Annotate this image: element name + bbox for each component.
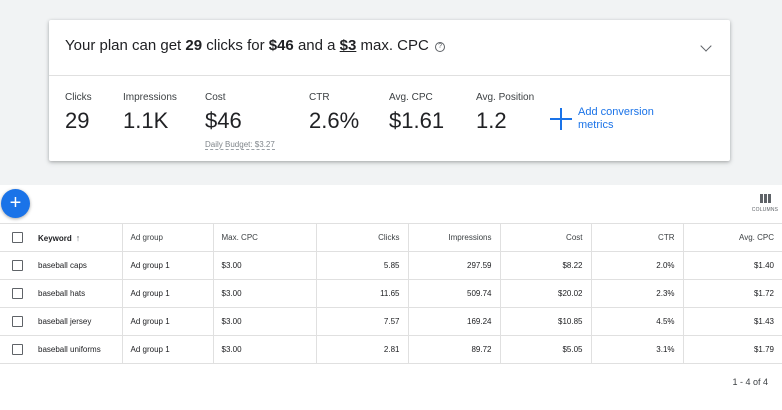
table-header-row: Keyword ↑ Ad group Max. CPC Clicks Impres… <box>0 223 782 252</box>
metric-cost: Cost $46 Daily Budget: $3.27 <box>205 92 275 150</box>
cell-max-cpc: $3.00 <box>212 279 316 308</box>
col-cost[interactable]: Cost <box>499 223 591 252</box>
cell-keyword[interactable]: baseball uniforms <box>30 335 122 364</box>
row-checkbox[interactable] <box>12 344 23 355</box>
add-conversion-metrics-button[interactable]: Add conversion metrics <box>550 106 680 136</box>
cell-ctr: 2.0% <box>590 251 683 280</box>
columns-button[interactable]: COLUMNS <box>750 194 780 220</box>
cell-max-cpc: $3.00 <box>212 251 316 280</box>
cell-impressions: 509.74 <box>407 279 500 308</box>
cell-impressions: 169.24 <box>407 307 500 336</box>
metric-impressions: Impressions 1.1K <box>123 92 177 133</box>
help-icon[interactable]: ? <box>435 42 446 52</box>
cell-ad-group: Ad group 1 <box>121 335 213 364</box>
cell-ctr: 4.5% <box>590 307 683 336</box>
metric-avg-position: Avg. Position 1.2 <box>476 92 535 133</box>
row-checkbox[interactable] <box>12 316 23 327</box>
select-all-cell <box>0 223 30 252</box>
daily-budget[interactable]: Daily Budget: $3.27 <box>205 140 275 150</box>
row-select-cell <box>0 279 30 308</box>
col-impressions[interactable]: Impressions <box>407 223 500 252</box>
cell-ctr: 2.3% <box>590 279 683 308</box>
plan-headline: Your plan can get 29 clicks for $46 and … <box>65 37 446 54</box>
keyword-table: Keyword ↑ Ad group Max. CPC Clicks Impres… <box>0 223 782 364</box>
table-row: baseball caps Ad group 1 $3.00 5.85 297.… <box>0 251 782 280</box>
plan-clicks: 29 <box>185 37 203 54</box>
chevron-down-icon[interactable] <box>700 40 712 52</box>
cell-max-cpc: $3.00 <box>212 307 316 336</box>
sort-arrow-up-icon: ↑ <box>75 232 81 243</box>
cell-avg-cpc: $1.79 <box>682 335 782 364</box>
pagination-label: 1 - 4 of 4 <box>732 377 768 387</box>
col-max-cpc[interactable]: Max. CPC <box>212 223 316 252</box>
plus-icon <box>550 108 572 130</box>
cell-avg-cpc: $1.43 <box>682 307 782 336</box>
plan-cost: $46 <box>268 37 294 54</box>
col-clicks[interactable]: Clicks <box>315 223 408 252</box>
columns-icon <box>759 194 771 203</box>
row-select-cell <box>0 251 30 280</box>
col-avg-cpc[interactable]: Avg. CPC <box>682 223 782 252</box>
col-keyword[interactable]: Keyword ↑ <box>30 223 122 252</box>
col-ad-group[interactable]: Ad group <box>121 223 213 252</box>
cell-impressions: 89.72 <box>407 335 500 364</box>
cell-cost: $5.05 <box>499 335 591 364</box>
cell-ad-group: Ad group 1 <box>121 251 213 280</box>
plan-summary-header[interactable]: Your plan can get 29 clicks for $46 and … <box>49 20 730 76</box>
cell-clicks: 7.57 <box>315 307 408 336</box>
cell-keyword[interactable]: baseball hats <box>30 279 122 308</box>
add-keyword-button[interactable]: + <box>1 189 30 218</box>
cell-keyword[interactable]: baseball caps <box>30 251 122 280</box>
select-all-checkbox[interactable] <box>12 232 23 243</box>
metric-ctr: CTR 2.6% <box>309 92 360 133</box>
cell-clicks: 5.85 <box>315 251 408 280</box>
col-ctr[interactable]: CTR <box>590 223 683 252</box>
cell-ctr: 3.1% <box>590 335 683 364</box>
cell-ad-group: Ad group 1 <box>121 279 213 308</box>
table-row: baseball jersey Ad group 1 $3.00 7.57 16… <box>0 307 782 336</box>
cell-cost: $20.02 <box>499 279 591 308</box>
cell-cost: $10.85 <box>499 307 591 336</box>
cell-keyword[interactable]: baseball jersey <box>30 307 122 336</box>
cell-clicks: 2.81 <box>315 335 408 364</box>
row-checkbox[interactable] <box>12 260 23 271</box>
cell-ad-group: Ad group 1 <box>121 307 213 336</box>
cell-clicks: 11.65 <box>315 279 408 308</box>
cell-avg-cpc: $1.72 <box>682 279 782 308</box>
row-select-cell <box>0 307 30 336</box>
table-row: baseball uniforms Ad group 1 $3.00 2.81 … <box>0 335 782 364</box>
cell-impressions: 297.59 <box>407 251 500 280</box>
row-checkbox[interactable] <box>12 288 23 299</box>
table-row: baseball hats Ad group 1 $3.00 11.65 509… <box>0 279 782 308</box>
cell-avg-cpc: $1.40 <box>682 251 782 280</box>
plan-summary-card: Your plan can get 29 clicks for $46 and … <box>49 20 730 161</box>
cell-cost: $8.22 <box>499 251 591 280</box>
metric-avg-cpc: Avg. CPC $1.61 <box>389 92 445 133</box>
plan-max-cpc-link[interactable]: $3 <box>340 37 357 54</box>
metric-clicks: Clicks 29 <box>65 92 92 133</box>
cell-max-cpc: $3.00 <box>212 335 316 364</box>
row-select-cell <box>0 335 30 364</box>
